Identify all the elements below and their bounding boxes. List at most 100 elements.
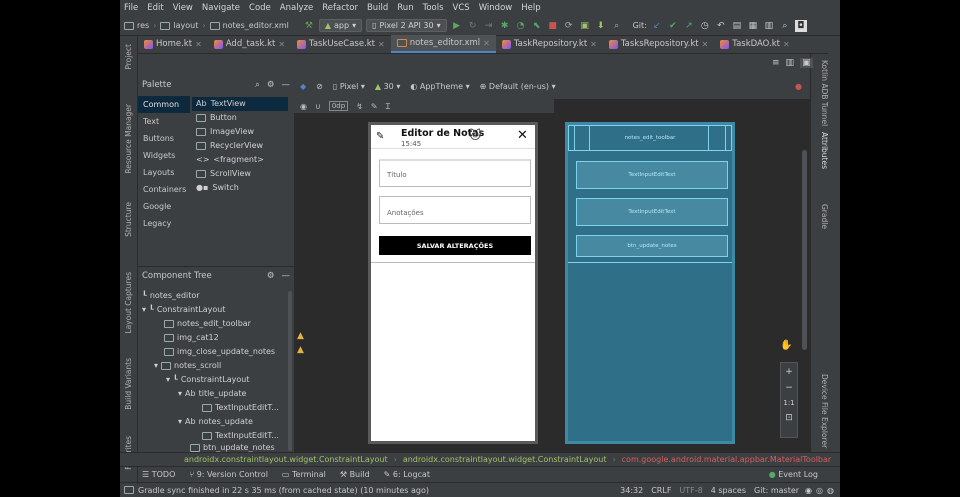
device-manager-icon[interactable]: ▥ <box>763 20 775 32</box>
palette-item-switch[interactable]: ●▪ Switch <box>196 181 292 195</box>
line-separator[interactable]: CRLF <box>651 486 671 495</box>
git-update-icon[interactable]: ↙ <box>651 20 663 32</box>
palette-category-common[interactable]: Common <box>138 96 190 113</box>
zoom-out-button[interactable]: − <box>785 383 793 393</box>
title-input[interactable]: Título <box>379 159 531 187</box>
design-view-icon[interactable]: ▣ <box>800 58 813 68</box>
guidelines-icon[interactable]: Ɪ <box>386 101 390 112</box>
tree-row[interactable]: img_close_update_notes <box>164 345 275 359</box>
minimize-icon[interactable]: — <box>282 271 291 281</box>
error-icon[interactable]: ● <box>795 82 802 91</box>
magnet-icon[interactable]: ∪ <box>315 102 321 111</box>
margin-setting[interactable]: 0dp <box>328 101 349 111</box>
attach-debugger-icon[interactable]: ⬉ <box>531 20 543 32</box>
profile-avatar-icon[interactable]: ◘ <box>794 19 807 32</box>
inspector-icon[interactable]: ◎ <box>816 486 823 495</box>
todo-button[interactable]: ☰ TODO <box>142 470 175 479</box>
path-item[interactable]: com.google.android.material.appbar.Mater… <box>622 455 832 464</box>
api-selector[interactable]: ▲ 30 ▾ <box>375 82 400 91</box>
tab-add-task-kt[interactable]: Add_task.kt ✕ <box>208 35 291 53</box>
zoom-fit-icon[interactable]: ⊡ <box>785 413 793 423</box>
save-changes-button[interactable]: SALVAR ALTERAÇÕES <box>379 236 531 255</box>
blueprint-title-input[interactable]: TextInputEditText <box>576 161 728 189</box>
device-dropdown[interactable]: ▯ Pixel 2 API 30 ▾ <box>366 19 447 32</box>
file-encoding[interactable]: UTF-8 <box>679 486 702 495</box>
tree-scrollbar[interactable] <box>288 291 292 451</box>
run-icon[interactable]: ▶ <box>451 20 463 32</box>
git-push-icon[interactable]: ↗ <box>683 20 695 32</box>
version-control-button[interactable]: ⑂ 9: Version Control <box>189 470 268 479</box>
close-icon[interactable]: ✕ <box>517 128 528 143</box>
warning-icon[interactable]: ▲ <box>297 331 304 341</box>
palette-item-recyclerview[interactable]: RecyclerView <box>196 139 292 153</box>
infer-constraints-icon[interactable]: ✎ <box>371 102 378 111</box>
memory-icon[interactable]: ◍ <box>827 486 834 495</box>
run-config-dropdown[interactable]: ▲ app ▾ <box>318 19 363 32</box>
history-icon[interactable]: ◷ <box>699 20 711 32</box>
tab-taskrepository-kt[interactable]: TaskRepository.kt ✕ <box>496 35 603 53</box>
palette-category-layouts[interactable]: Layouts <box>138 164 190 181</box>
tree-row[interactable]: TextInputEditT... <box>202 429 279 443</box>
blueprint-edit-icon[interactable] <box>574 125 590 151</box>
avd-manager-icon[interactable]: ▣ <box>579 20 591 32</box>
clear-constraints-icon[interactable]: ↯ <box>356 102 363 111</box>
event-log-button[interactable]: ● Event Log <box>769 470 818 479</box>
menu-tools[interactable]: Tools <box>423 3 444 13</box>
menu-file[interactable]: File <box>124 3 138 13</box>
device-selector[interactable]: ▯ Pixel ▾ <box>333 82 365 91</box>
palette-item-button[interactable]: Button <box>196 111 292 125</box>
layers-icon[interactable]: ◆ <box>300 82 306 91</box>
path-item[interactable]: androidx.constraintlayout.widget.Constra… <box>403 455 607 464</box>
palette-item-fragment[interactable]: <> <fragment> <box>196 153 292 167</box>
close-icon[interactable]: ✕ <box>378 40 385 49</box>
close-icon[interactable]: ✕ <box>278 40 285 49</box>
layout-inspector-icon[interactable]: ⌕ <box>611 20 623 32</box>
close-icon[interactable]: ✕ <box>483 39 490 48</box>
palette-category-text[interactable]: Text <box>138 113 190 130</box>
git-commit-icon[interactable]: ✔ <box>667 20 679 32</box>
gear-icon[interactable]: ⚙ <box>267 271 275 281</box>
menu-code[interactable]: Code <box>249 3 271 13</box>
tool-structure[interactable]: Structure <box>124 202 133 237</box>
profile-icon[interactable]: ◔ <box>515 20 527 32</box>
indent-setting[interactable]: 4 spaces <box>711 486 746 495</box>
blueprint-notes-input[interactable]: TextInputEditText <box>576 198 728 226</box>
minimize-icon[interactable]: — <box>282 80 291 90</box>
canvas-scrollbar[interactable] <box>802 150 807 350</box>
blueprint-save-button[interactable]: btn_update_notes <box>576 235 728 257</box>
menu-help[interactable]: Help <box>521 3 540 13</box>
menu-vcs[interactable]: VCS <box>453 3 470 13</box>
close-icon[interactable]: ✕ <box>590 40 597 49</box>
menu-view[interactable]: View <box>173 3 193 13</box>
menu-navigate[interactable]: Navigate <box>202 3 240 13</box>
palette-item-textview[interactable]: Ab TextView <box>192 97 288 111</box>
crumb-res[interactable]: res <box>124 21 149 30</box>
tool-build-variants[interactable]: Build Variants <box>124 358 133 410</box>
edit-pencil-icon[interactable]: ✎ <box>376 131 384 142</box>
hammer-icon[interactable]: ⚒ <box>303 20 315 32</box>
palette-item-imageview[interactable]: ImageView <box>196 125 292 139</box>
locale-selector[interactable]: ⊕ Default (en-us) ▾ <box>480 82 556 91</box>
palette-category-buttons[interactable]: Buttons <box>138 130 190 147</box>
build-button[interactable]: ⚒ Build <box>340 470 370 479</box>
menu-edit[interactable]: Edit <box>147 3 163 13</box>
no-orientation-icon[interactable]: ⊘ <box>316 82 323 91</box>
caret-position[interactable]: 34:32 <box>620 486 643 495</box>
tree-row[interactable]: ▾ Ab title_update <box>178 387 246 401</box>
sync-icon[interactable]: ⟳ <box>563 20 575 32</box>
tool-layout-captures[interactable]: Layout Captures <box>124 272 133 334</box>
menu-window[interactable]: Window <box>479 3 513 13</box>
tree-row[interactable]: ┖ notes_editor <box>142 289 200 303</box>
apply-changes-icon[interactable]: ↻ <box>467 20 479 32</box>
crumb-layout[interactable]: layout <box>160 21 198 30</box>
search-icon[interactable]: ⌕ <box>255 80 260 90</box>
code-view-icon[interactable]: ≡ <box>772 58 780 68</box>
eye-icon[interactable]: ◉ <box>300 102 307 111</box>
tab-tasksrepository-kt[interactable]: TasksRepository.kt ✕ <box>603 35 714 53</box>
stop-icon[interactable]: ■ <box>547 20 559 32</box>
tool-gradle[interactable]: Gradle <box>820 204 829 229</box>
close-icon[interactable]: ✕ <box>783 40 790 49</box>
palette-item-scrollview[interactable]: ScrollView <box>196 167 292 181</box>
tree-row[interactable]: ▾ Ab notes_update <box>178 415 253 429</box>
zoom-in-button[interactable]: + <box>785 367 793 377</box>
